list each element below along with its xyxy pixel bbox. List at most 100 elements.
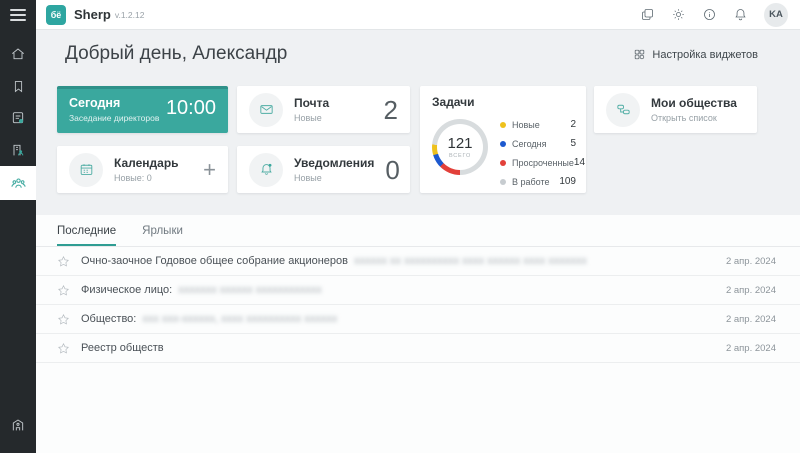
legend-dot-new [500,122,506,128]
legend-item-new[interactable]: Новые 2 [500,115,576,134]
legend-item-inprogress[interactable]: В работе 109 [500,172,576,191]
widget-today[interactable]: Сегодня Заседание директоров 10:00 [57,86,228,133]
list-item[interactable]: Физическое лицо: xxxxxxx xxxxxx xxxxxxxx… [36,276,800,305]
widget-companies[interactable]: Мои общества Открыть список [594,86,757,133]
today-time: 10:00 [166,97,216,120]
calendar-subtitle: Новые: 0 [114,173,179,183]
org-chart-icon [615,101,632,118]
sherp-logo[interactable]: бё [46,5,66,25]
recent-panel: Последние Ярлыки Очно-заочное Годовое об… [36,215,800,453]
calendar-icon-circle [69,153,103,187]
widget-notifications[interactable]: Уведомления Новые 0 [237,146,410,193]
calendar-icon [78,161,95,178]
notifications-icon-circle [249,153,283,187]
windows-copy-icon[interactable] [640,7,655,22]
widget-mail[interactable]: Почта Новые 2 [237,86,410,133]
info-icon[interactable] [702,7,717,22]
tasks-title: Задачи [432,95,574,109]
home-icon [10,46,26,62]
legend-dot-inprogress [500,179,506,185]
widget-settings-button[interactable]: Настройка виджетов [633,48,758,61]
legend-label: В работе [512,177,550,187]
redacted-text: xxx xxx-xxxxxx, xxxx xxxxxxxxxx xxxxxx [142,313,337,325]
star-icon[interactable] [57,255,70,268]
legend-label: Новые [512,120,540,130]
gear-icon[interactable] [671,7,686,22]
header: бё Sherp v.1.2.12 KA [36,0,800,30]
bookmark-icon [11,79,26,94]
legend-dot-today [500,141,506,147]
redacted-text: xxxxxxx xxxxxx xxxxxxxxxxxx [178,284,322,296]
legend-value: 5 [570,138,576,149]
sidebar-item-contacts[interactable] [0,134,36,166]
building-gear-icon [10,417,26,433]
list-item-date: 2 апр. 2024 [726,256,776,267]
widget-settings-label: Настройка виджетов [652,49,758,61]
user-avatar[interactable]: KA [764,3,788,27]
legend-item-overdue[interactable]: Просроченные 14 [500,153,576,172]
mail-icon-circle [249,93,283,127]
sidebar-item-home[interactable] [0,38,36,70]
legend-label: Сегодня [512,139,547,149]
list-item-text: Реестр обществ [81,342,164,354]
widget-tasks[interactable]: Задачи 121 всего Новые 2 Сегодня [420,86,586,193]
sidebar-item-groups[interactable] [0,166,36,200]
redacted-text: xxxxxx xx xxxxxxxxxx xxxx xxxxxx xxxx xx… [354,255,587,267]
tasks-legend: Новые 2 Сегодня 5 Просроченные 14 В рабо… [500,115,576,191]
sidebar-item-documents[interactable] [0,102,36,134]
legend-value: 14 [574,157,585,168]
legend-dot-overdue [500,160,506,166]
header-actions: KA [640,3,800,27]
sidebar-item-bookmarks[interactable] [0,70,36,102]
page-title: Добрый день, Александр [65,43,287,65]
sidebar-nav [0,38,36,200]
list-item-text: Общество: [81,313,136,325]
widgets-grid: Сегодня Заседание директоров 10:00 Почта… [57,86,779,196]
calendar-add-button[interactable]: + [203,159,216,181]
menu-hamburger-icon[interactable] [10,9,26,21]
mail-title: Почта [294,96,329,110]
widget-calendar[interactable]: Календарь Новые: 0 + [57,146,228,193]
notifications-count: 0 [385,157,399,183]
companies-icon-circle [606,93,640,127]
notifications-subtitle: Новые [294,173,374,183]
app-name: Sherp [74,7,111,22]
tasks-total: 121 [447,136,472,151]
companies-title: Мои общества [651,96,737,110]
list-item-text: Очно-заочное Годовое общее собрание акци… [81,255,348,267]
mail-subtitle: Новые [294,113,329,123]
list-item[interactable]: Реестр обществ 2 апр. 2024 [36,334,800,363]
bell-teal-icon [258,161,275,178]
sidebar-item-admin[interactable] [0,409,36,441]
app-version: v.1.2.12 [115,10,145,20]
tasks-donut-chart: 121 всего [432,119,488,175]
envelope-icon [258,101,275,118]
main-content: Добрый день, Александр Настройка виджето… [36,30,800,453]
legend-value: 2 [570,119,576,130]
recent-list: Очно-заочное Годовое общее собрание акци… [36,247,800,363]
widgets-icon [633,48,646,61]
legend-label: Просроченные [512,158,574,168]
list-item-date: 2 апр. 2024 [726,343,776,354]
document-tasks-icon [10,110,26,126]
calendar-title: Календарь [114,156,179,170]
list-item-date: 2 апр. 2024 [726,285,776,296]
list-item-date: 2 апр. 2024 [726,314,776,325]
sidebar [0,0,36,453]
list-item[interactable]: Общество: xxx xxx-xxxxxx, xxxx xxxxxxxxx… [36,305,800,334]
tab-shortcuts[interactable]: Ярлыки [142,225,183,246]
donut-ring: 121 всего [432,119,488,175]
list-item[interactable]: Очно-заочное Годовое общее собрание акци… [36,247,800,276]
mail-count: 2 [384,97,398,123]
people-group-icon [10,175,27,192]
star-icon[interactable] [57,313,70,326]
legend-item-today[interactable]: Сегодня 5 [500,134,576,153]
star-icon[interactable] [57,342,70,355]
bell-icon[interactable] [733,7,748,22]
tab-recent[interactable]: Последние [57,225,116,246]
building-person-icon [10,142,26,158]
companies-subtitle[interactable]: Открыть список [651,113,737,123]
star-icon[interactable] [57,284,70,297]
list-item-text: Физическое лицо: [81,284,172,296]
notifications-title: Уведомления [294,156,374,170]
